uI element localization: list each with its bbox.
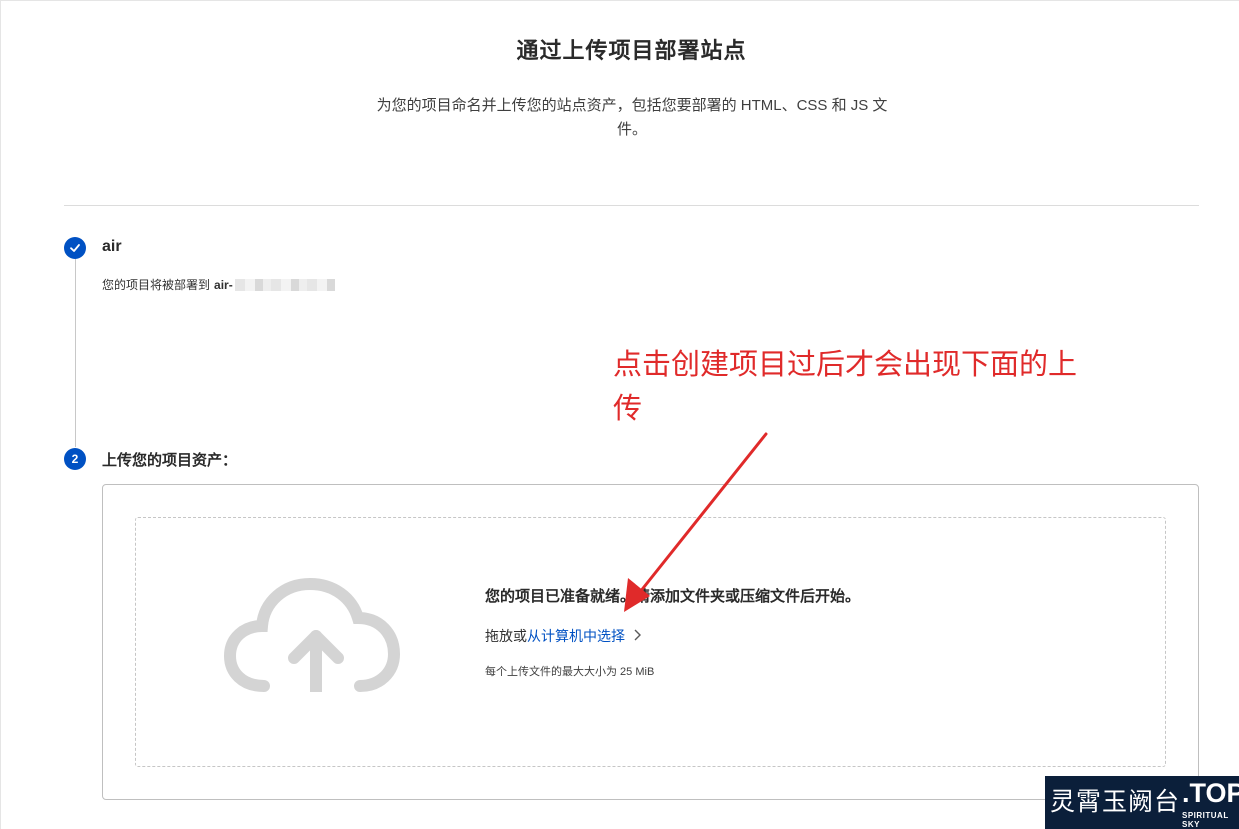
watermark-top-text: .TOP (1182, 778, 1239, 808)
site-watermark: 灵霄玉阙台 .TOP SPIRITUAL SKY (1045, 776, 1239, 829)
cloud-upload-icon (224, 578, 400, 692)
red-annotation-text: 点击创建项目过后才会出现下面的上传 (613, 347, 1078, 425)
watermark-cn-text: 灵霄玉阙台 (1050, 787, 1181, 816)
project-name: air (102, 238, 122, 255)
drop-label: 拖放或 (485, 628, 527, 644)
select-from-computer-link[interactable]: 从计算机中选择 (527, 626, 625, 646)
deploy-target-description: 您的项目将被部署到 air- (102, 276, 335, 293)
max-file-size-note: 每个上传文件的最大大小为 25 MiB (485, 666, 655, 678)
checkmark-icon (70, 244, 80, 252)
top-border (0, 0, 1239, 1)
step-connector (75, 257, 76, 447)
upload-step-title: 上传您的项目资产： (102, 452, 238, 469)
deploy-domain: air- (214, 277, 233, 292)
chevron-right-icon[interactable] (633, 628, 641, 644)
left-border (0, 0, 1, 829)
header-divider (64, 205, 1199, 206)
deploy-target-label: 您的项目将被部署到 (102, 278, 211, 292)
step-complete-icon (64, 237, 86, 259)
page-title: 通过上传项目部署站点 (516, 38, 747, 63)
step-number-badge: 2 (64, 448, 86, 470)
redacted-domain (234, 278, 335, 291)
drop-or-select: 拖放或 从计算机中选择 (485, 626, 641, 646)
upload-ready-message: 您的项目已准备就绪。请添加文件夹或压缩文件后开始。 (485, 588, 861, 605)
watermark-subtitle: SPIRITUAL SKY (1182, 811, 1229, 829)
page-subtitle: 为您的项目命名并上传您的站点资产，包括您要部署的 HTML、CSS 和 JS 文… (376, 97, 888, 138)
